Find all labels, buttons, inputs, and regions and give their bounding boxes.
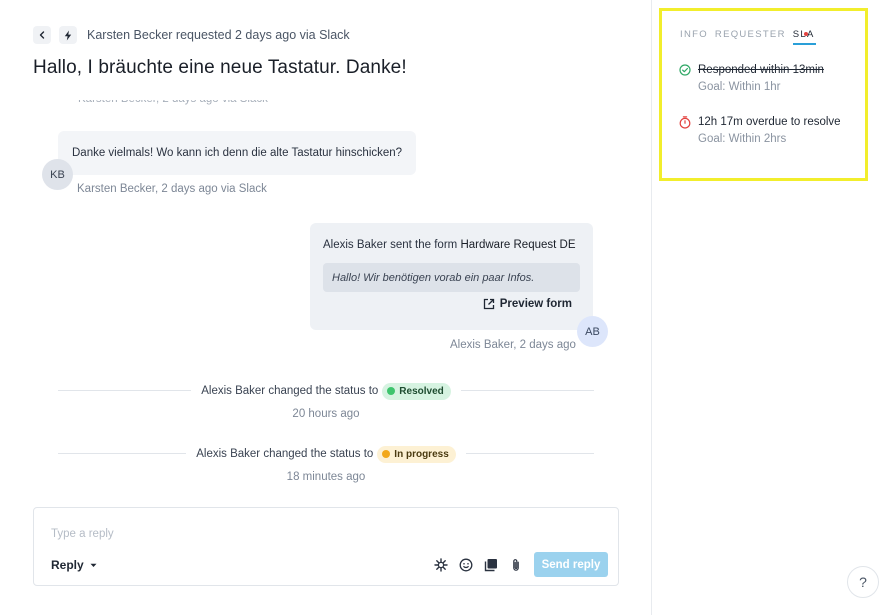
sla-item-resolve: 12h 17m overdue to resolve Goal: Within … — [679, 116, 841, 145]
knowledge-icon — [484, 559, 497, 572]
status-event-row: Alexis Baker changed the status to Resol… — [191, 382, 461, 400]
status-event: Alexis Baker changed the status to Resol… — [58, 381, 594, 420]
caret-down-icon — [90, 563, 97, 567]
form-intro-text: Hallo! Wir benötigen vorab ein paar Info… — [323, 263, 580, 292]
reply-mode-dropdown[interactable]: Reply — [51, 558, 97, 572]
tab-info[interactable]: INFO — [680, 29, 708, 40]
form-meta: Alexis Baker, 2 days ago — [450, 339, 576, 351]
status-badge: In progress — [377, 445, 456, 463]
external-link-icon — [483, 298, 494, 310]
form-card: Alexis Baker sent the form Hardware Requ… — [310, 223, 593, 330]
sla-item-response: Responded within 13min Goal: Within 1hr — [679, 64, 824, 93]
message-text: Danke vielmals! Wo kann ich denn die alt… — [72, 147, 403, 159]
send-reply-button[interactable]: Send reply — [534, 552, 608, 577]
status-event-time: 20 hours ago — [292, 407, 360, 420]
details-sidebar: INFO REQUESTER SLA Responded within 13mi… — [651, 0, 890, 615]
message-meta: Karsten Becker, 2 days ago via Slack — [77, 183, 267, 195]
status-event: Alexis Baker changed the status to In pr… — [58, 444, 594, 483]
avatar: KB — [42, 159, 73, 190]
sla-alert-dot — [804, 32, 808, 36]
status-event-row: Alexis Baker changed the status to In pr… — [186, 445, 466, 463]
message-bubble: Danke vielmals! Wo kann ich denn die alt… — [58, 131, 416, 175]
sla-panel: INFO REQUESTER SLA Responded within 13mi… — [659, 8, 868, 181]
status-badge-label: Resolved — [399, 385, 444, 397]
sla-title: 12h 17m overdue to resolve — [698, 116, 841, 128]
sla-goal: Goal: Within 2hrs — [698, 133, 787, 145]
emoji-button[interactable] — [458, 557, 474, 573]
reply-mode-label: Reply — [51, 558, 84, 572]
check-circle-icon — [679, 64, 691, 76]
requester-line: Karsten Becker requested 2 days ago via … — [87, 28, 350, 42]
composer-toolbar — [433, 557, 524, 573]
ticket-header: Karsten Becker requested 2 days ago via … — [33, 26, 350, 44]
preview-form-label: Preview form — [499, 298, 572, 310]
form-sent-line: Alexis Baker sent the form Hardware Requ… — [323, 239, 576, 251]
reply-composer: Reply Send reply — [33, 507, 619, 586]
previous-message-meta: Karsten Becker, 2 days ago via Slack — [78, 93, 268, 105]
ticket-title: Hallo, I bräuchte eine neue Tastatur. Da… — [33, 57, 407, 78]
snippet-icon — [434, 558, 448, 572]
emoji-icon — [459, 558, 473, 572]
knowledge-button[interactable] — [483, 557, 499, 573]
chevron-left-icon — [39, 31, 45, 39]
form-sender: Alexis Baker — [323, 239, 387, 251]
sidebar-tabs: INFO REQUESTER SLA — [680, 29, 816, 45]
attachment-button[interactable] — [508, 557, 524, 573]
status-dot — [382, 450, 391, 458]
attachment-icon — [513, 559, 519, 571]
conversation-pane: Karsten Becker requested 2 days ago via … — [0, 0, 651, 615]
preview-form-link[interactable]: Preview form — [483, 298, 572, 310]
back-button[interactable] — [33, 26, 51, 44]
stopwatch-icon — [679, 116, 691, 129]
quick-action-button[interactable] — [59, 26, 77, 44]
status-event-text: Alexis Baker changed the status to — [196, 448, 374, 460]
sla-title: Responded within 13min — [698, 64, 824, 76]
status-badge: Resolved — [382, 382, 451, 400]
status-dot — [387, 387, 396, 395]
lightning-icon — [64, 30, 72, 40]
avatar: AB — [577, 316, 608, 347]
help-button[interactable]: ? — [847, 566, 879, 598]
status-event-text: Alexis Baker changed the status to — [201, 385, 379, 397]
form-action: sent the form — [390, 239, 458, 251]
sla-goal: Goal: Within 1hr — [698, 81, 781, 93]
status-event-time: 18 minutes ago — [286, 470, 366, 483]
reply-input[interactable] — [51, 528, 591, 540]
snippet-button[interactable] — [433, 557, 449, 573]
status-badge-label: In progress — [394, 448, 449, 460]
form-name: Hardware Request DE — [460, 239, 576, 251]
tab-requester[interactable]: REQUESTER — [715, 29, 786, 40]
